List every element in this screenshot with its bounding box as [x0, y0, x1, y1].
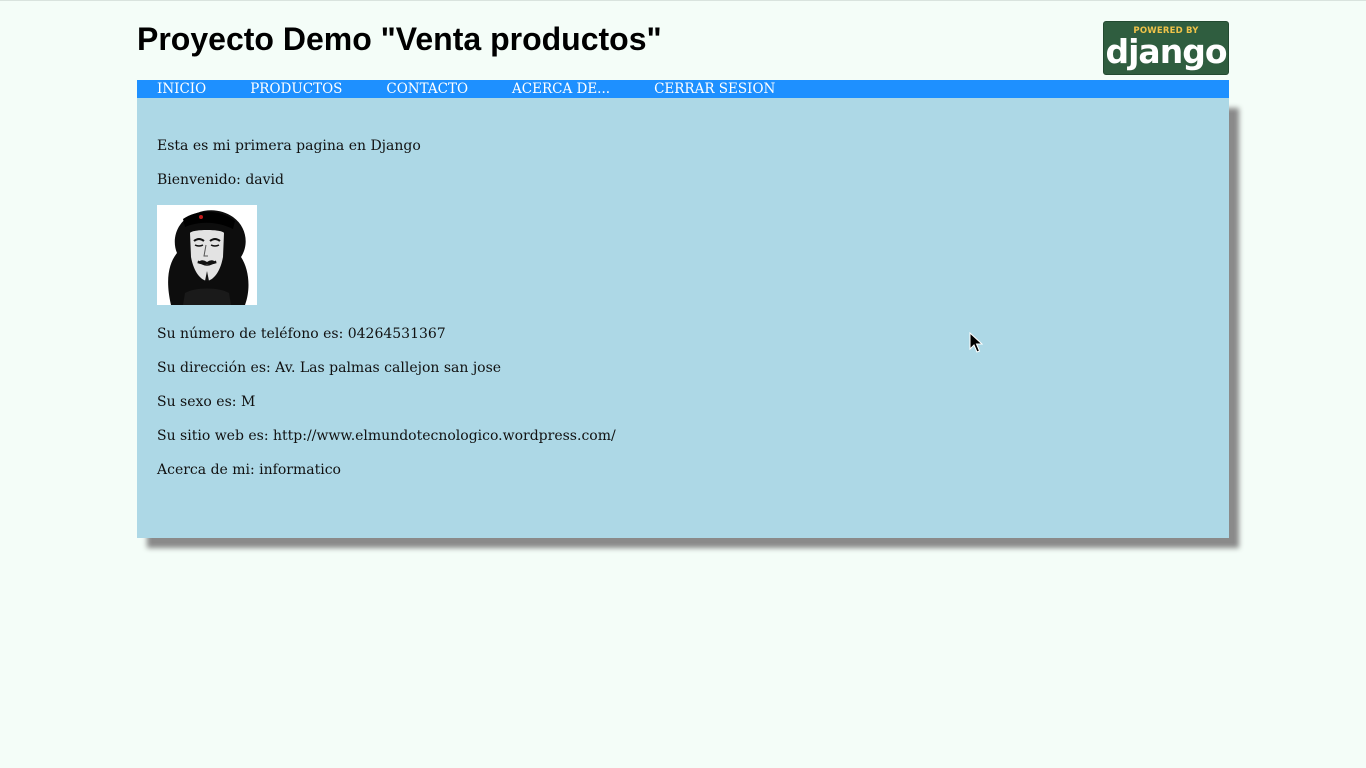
nav-item-cerrar-sesion[interactable]: CERRAR SESION [654, 80, 775, 98]
nav-item-inicio[interactable]: INICIO [157, 80, 206, 98]
avatar-icon [157, 205, 257, 305]
main-nav: INICIO PRODUCTOS CONTACTO ACERCA DE... C… [137, 80, 1229, 98]
about-text: Acerca de mi: informatico [157, 462, 341, 478]
nav-item-productos[interactable]: PRODUCTOS [250, 80, 342, 98]
powered-by-django-badge[interactable]: POWERED BY django [1103, 21, 1229, 75]
page-header: Proyecto Demo "Venta productos" POWERED … [137, 1, 1229, 81]
phone-text: Su número de teléfono es: 04264531367 [157, 326, 446, 342]
profile-panel: Esta es mi primera pagina en Django Bien… [137, 98, 1229, 538]
sex-text: Su sexo es: M [157, 394, 256, 410]
mouse-cursor-icon [969, 332, 983, 353]
badge-word: django [1105, 32, 1228, 71]
address-text: Su dirección es: Av. Las palmas callejon… [157, 360, 502, 376]
nav-item-contacto[interactable]: CONTACTO [386, 80, 468, 98]
nav-item-acerca-de[interactable]: ACERCA DE... [512, 80, 610, 98]
website-text: Su sitio web es: http://www.elmundotecno… [157, 428, 616, 444]
intro-text: Esta es mi primera pagina en Django [157, 138, 421, 154]
site-title: Proyecto Demo "Venta productos" [137, 21, 662, 57]
welcome-text: Bienvenido: david [157, 172, 284, 188]
